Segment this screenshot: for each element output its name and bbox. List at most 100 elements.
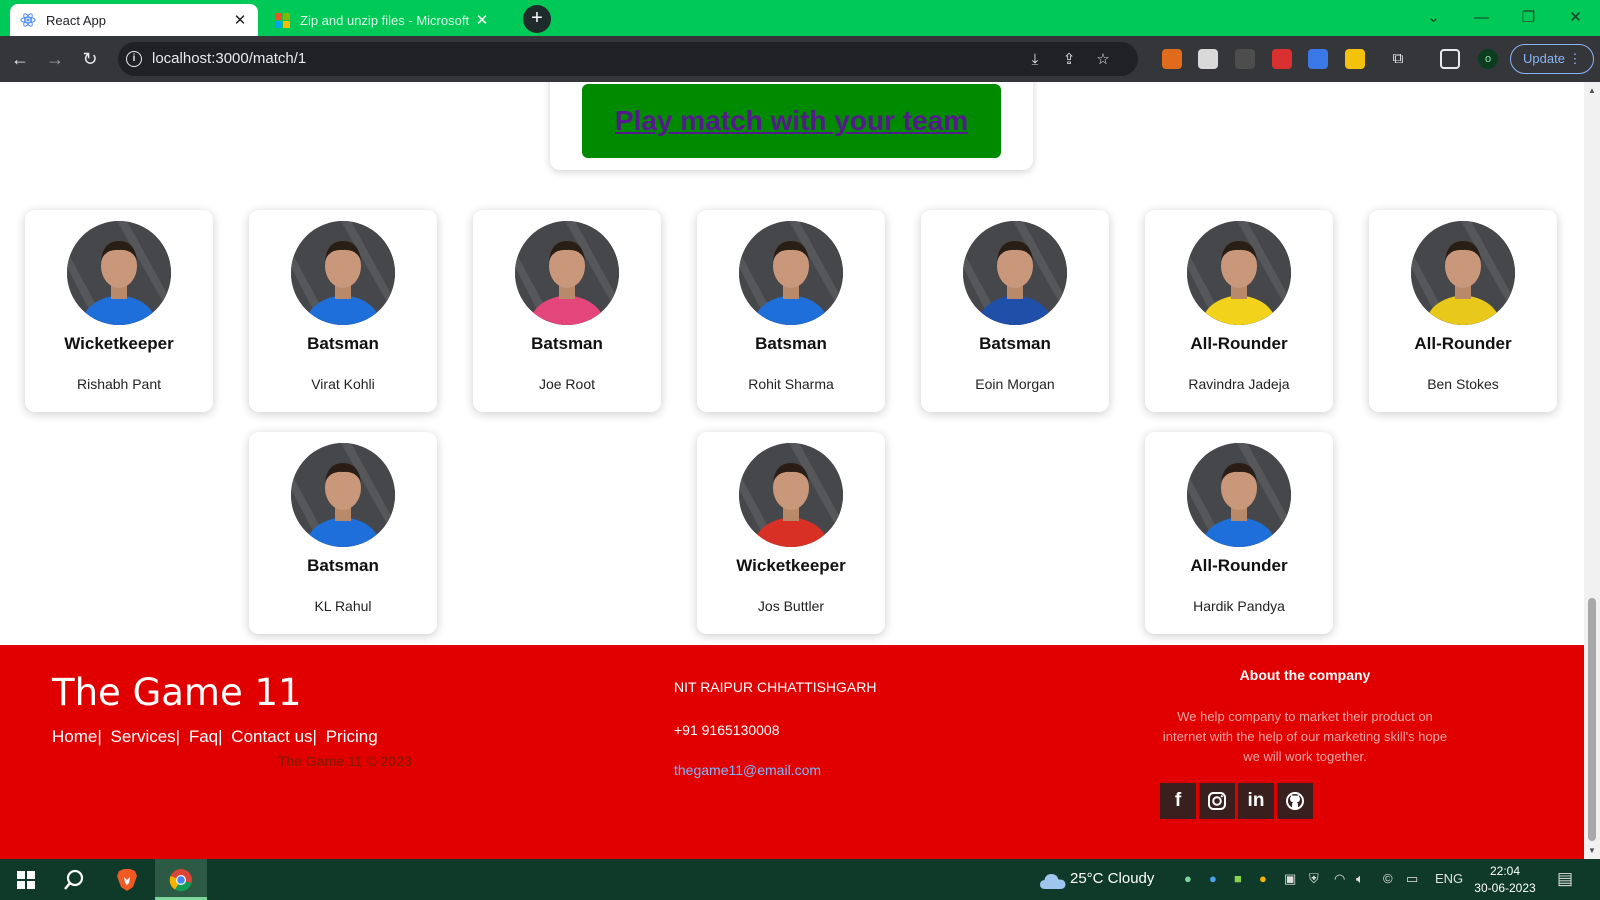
- page-scrollbar[interactable]: ▲ ▼: [1584, 82, 1600, 859]
- forward-icon[interactable]: →: [43, 47, 67, 71]
- tab-search-chevron-icon[interactable]: ⌄: [1410, 0, 1457, 34]
- scroll-down-icon[interactable]: ▼: [1584, 846, 1600, 855]
- extension-page-icon[interactable]: [1198, 49, 1218, 69]
- instagram-icon[interactable]: [1199, 783, 1235, 819]
- extensions-puzzle-icon[interactable]: ⧉: [1388, 49, 1408, 69]
- player-role: All-Rounder: [1190, 334, 1288, 353]
- scroll-up-icon[interactable]: ▲: [1584, 86, 1600, 95]
- chrome-tray-icon[interactable]: ●: [1259, 871, 1267, 886]
- player-card[interactable]: Batsman Virat Kohli: [249, 210, 437, 412]
- footer-phone: +91 9165130008: [674, 722, 780, 738]
- about-heading: About the company: [1239, 667, 1371, 683]
- player-photo: [291, 443, 395, 547]
- player-role: Wicketkeeper: [64, 334, 174, 353]
- player-role: Batsman: [979, 334, 1051, 353]
- extension-blue-icon[interactable]: [1308, 49, 1328, 69]
- player-card[interactable]: Batsman Eoin Morgan: [921, 210, 1109, 412]
- volume-icon[interactable]: 🔈︎: [1356, 871, 1364, 887]
- reload-icon[interactable]: ↻: [78, 47, 102, 71]
- player-photo: [739, 443, 843, 547]
- chrome-icon[interactable]: [167, 866, 195, 894]
- scrollbar-thumb[interactable]: [1588, 598, 1596, 841]
- tab-zip-files[interactable]: Zip and unzip files - Microsoft ✕: [264, 4, 500, 36]
- grammarly-icon[interactable]: ©: [1383, 871, 1393, 886]
- player-photo: [963, 221, 1067, 325]
- player-card[interactable]: Wicketkeeper Rishabh Pant: [25, 210, 213, 412]
- share-icon[interactable]: ⇪: [1060, 51, 1078, 69]
- player-photo: [1187, 443, 1291, 547]
- clock-date: 30-06-2023: [1474, 881, 1536, 895]
- bookmark-star-icon[interactable]: ☆: [1094, 51, 1112, 69]
- player-name: Virat Kohli: [311, 376, 375, 392]
- brave-browser-icon[interactable]: [113, 866, 141, 894]
- defender-shield-icon[interactable]: ⛨: [1309, 871, 1319, 887]
- install-icon[interactable]: ⤓: [1026, 51, 1044, 69]
- weather-text[interactable]: 25°C Cloudy: [1070, 870, 1154, 887]
- close-window-icon[interactable]: ✕: [1552, 0, 1599, 34]
- extension-fox-icon[interactable]: [1162, 49, 1182, 69]
- tray-green-icon[interactable]: ■: [1234, 871, 1242, 886]
- footer-link-home[interactable]: Home|: [52, 727, 102, 746]
- tray-app-icon[interactable]: ●: [1184, 871, 1192, 886]
- react-icon: [20, 12, 36, 28]
- window-controls: ⌄: [1410, 0, 1457, 34]
- player-card[interactable]: All-Rounder Ben Stokes: [1369, 210, 1557, 412]
- url-text: localhost:3000/match/1: [152, 50, 307, 67]
- address-bar[interactable]: i localhost:3000/match/1 ⤓ ⇪ ☆: [118, 42, 1138, 76]
- update-button[interactable]: Update ⋮: [1510, 44, 1594, 74]
- close-tab-icon[interactable]: ✕: [232, 11, 248, 29]
- linkedin-icon[interactable]: in: [1238, 783, 1274, 819]
- update-label: Update: [1523, 51, 1565, 66]
- facebook-icon[interactable]: f: [1160, 783, 1196, 819]
- footer-link-contact[interactable]: Contact us|: [231, 727, 317, 746]
- search-icon[interactable]: [60, 866, 88, 894]
- tray-window-icon[interactable]: ▣: [1284, 871, 1296, 887]
- player-name: KL Rahul: [314, 598, 372, 614]
- player-card[interactable]: Batsman Joe Root: [473, 210, 661, 412]
- player-photo: [1411, 221, 1515, 325]
- site-info-icon[interactable]: i: [126, 51, 142, 67]
- player-name: Hardik Pandya: [1193, 598, 1285, 614]
- notification-icon[interactable]: ▤: [1557, 869, 1573, 889]
- footer-address: NIT RAIPUR CHHATTISHGARH: [674, 679, 877, 695]
- new-tab-button[interactable]: +: [523, 5, 551, 33]
- tab-title: React App: [46, 12, 106, 28]
- footer-link-faq[interactable]: Faq|: [189, 727, 223, 746]
- player-name: Jos Buttler: [757, 598, 825, 614]
- windows-taskbar: 25°C Cloudy ● ● ■ ● ▣ ⛨ ◠ 🔈︎ © ▭ ENG 22:…: [0, 859, 1600, 900]
- back-icon[interactable]: ←: [8, 47, 32, 71]
- extension-badge-icon[interactable]: [1345, 49, 1365, 69]
- player-role: All-Rounder: [1190, 556, 1288, 575]
- footer-link-services[interactable]: Services|: [111, 727, 181, 746]
- edge-tray-icon[interactable]: ●: [1209, 871, 1217, 886]
- footer-copyright: The Game 11 © 2023: [278, 753, 412, 769]
- footer-nav: Home| Services| Faq| Contact us| Pricing: [52, 727, 382, 747]
- restore-icon[interactable]: ❐: [1505, 0, 1552, 34]
- footer-email-link[interactable]: thegame11@email.com: [674, 762, 821, 778]
- extension-bug-icon[interactable]: [1235, 49, 1255, 69]
- footer-link-pricing[interactable]: Pricing: [326, 727, 378, 746]
- browser-toolbar: ← → ↻ i localhost:3000/match/1 ⤓ ⇪ ☆ ⧉ o…: [0, 36, 1600, 82]
- profile-avatar[interactable]: o: [1478, 49, 1498, 69]
- player-card[interactable]: Batsman Rohit Sharma: [697, 210, 885, 412]
- wifi-icon[interactable]: ◠: [1334, 871, 1345, 887]
- player-role: Batsman: [307, 556, 379, 575]
- windows-start-icon[interactable]: [12, 866, 40, 894]
- language-indicator[interactable]: ENG: [1435, 871, 1463, 886]
- tab-react-app[interactable]: React App ✕: [10, 4, 258, 36]
- side-panel-icon[interactable]: [1440, 49, 1460, 69]
- player-card[interactable]: Wicketkeeper Jos Buttler: [697, 432, 885, 634]
- cloud-icon: [1038, 867, 1068, 895]
- close-tab-icon[interactable]: ✕: [474, 11, 490, 29]
- player-card[interactable]: Batsman KL Rahul: [249, 432, 437, 634]
- taskbar-clock[interactable]: 22:04 30-06-2023: [1470, 863, 1540, 897]
- player-card[interactable]: All-Rounder Hardik Pandya: [1145, 432, 1333, 634]
- player-photo: [291, 221, 395, 325]
- extension-red-icon[interactable]: [1272, 49, 1292, 69]
- play-match-link[interactable]: Play match with your team: [582, 84, 1001, 158]
- player-role: All-Rounder: [1414, 334, 1512, 353]
- player-card[interactable]: All-Rounder Ravindra Jadeja: [1145, 210, 1333, 412]
- github-icon[interactable]: [1277, 783, 1313, 819]
- minimize-icon[interactable]: —: [1458, 0, 1505, 34]
- battery-icon[interactable]: ▭: [1406, 871, 1418, 887]
